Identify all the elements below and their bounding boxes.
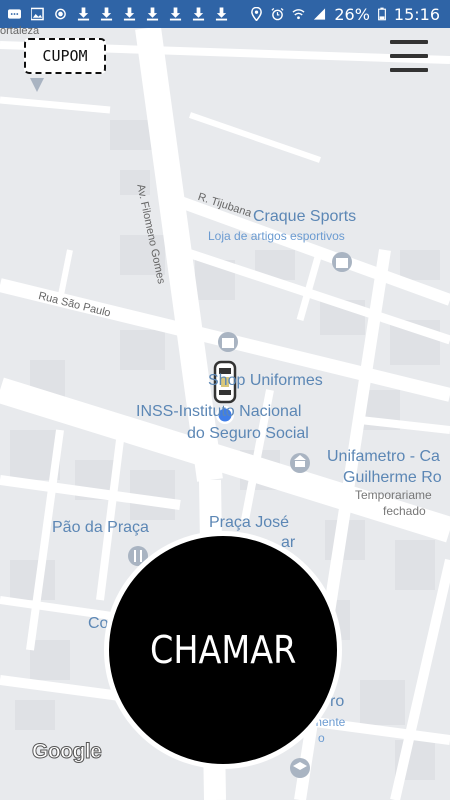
clock: 15:16	[393, 4, 440, 24]
location-icon	[251, 7, 263, 21]
alarm-icon	[271, 7, 284, 21]
poi-label: INSS-Instituto Nacional	[136, 403, 302, 420]
wifi-icon	[292, 9, 305, 20]
store-pin-icon	[332, 252, 352, 272]
poi-label: Craque Sports	[253, 208, 357, 225]
poi-sublabel: Temporariame	[355, 488, 432, 502]
download-icon	[215, 7, 228, 21]
chat-icon	[8, 9, 21, 19]
poi-sublabel: Loja de artigos esportivos	[208, 229, 345, 243]
poi-sublabel: fechado	[383, 504, 426, 518]
menu-bar	[390, 68, 428, 72]
menu-button[interactable]	[390, 38, 428, 74]
download-icon	[192, 7, 205, 21]
poi-label: Guilherme Ro	[343, 469, 442, 486]
battery-percent: 26%	[334, 4, 370, 24]
menu-bar	[390, 40, 428, 44]
signal-icon	[314, 8, 326, 20]
record-icon	[55, 8, 66, 20]
image-icon	[31, 7, 44, 21]
poi-label: do Seguro Social	[187, 425, 309, 442]
status-bar: 26% 15:16	[0, 0, 450, 28]
poi-label: Pão da Praça	[52, 519, 149, 536]
download-icon	[146, 7, 159, 21]
menu-bar	[390, 54, 428, 58]
poi-label: Shop Uniformes	[208, 372, 323, 389]
call-button[interactable]: CHAMAR	[104, 531, 342, 769]
poi-sublabel: o	[318, 731, 325, 745]
download-icon	[77, 7, 90, 21]
call-button-label: CHAMAR	[149, 628, 297, 672]
coupon-button[interactable]: CUPOM	[24, 38, 106, 74]
poi-label: Unifametro - Ca	[327, 448, 440, 465]
battery-icon	[377, 7, 386, 21]
school-pin-icon	[290, 758, 310, 778]
google-logo: Google	[31, 740, 102, 764]
download-icon	[169, 7, 182, 21]
download-icon	[100, 7, 113, 21]
street-label: ortaleza	[0, 25, 40, 37]
poi-label: Praça José	[209, 514, 290, 531]
store-pin-icon	[218, 332, 238, 352]
download-icon	[123, 7, 136, 21]
museum-pin-icon	[290, 453, 310, 473]
